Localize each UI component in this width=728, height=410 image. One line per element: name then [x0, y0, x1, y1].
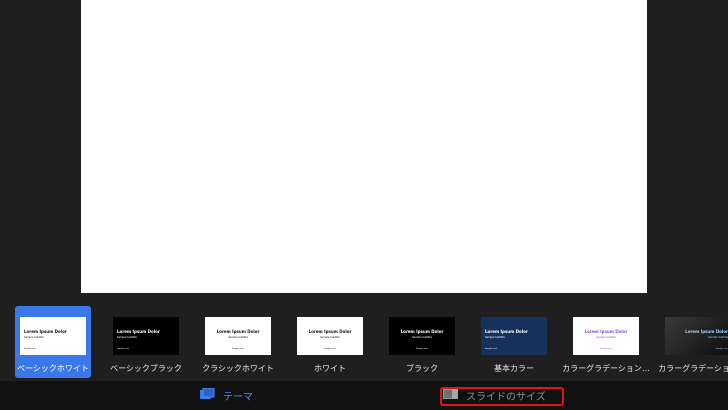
theme-option[interactable]: Lorem Ipsum Dolor Sample Subtitle Sample t…: [562, 306, 650, 378]
theme-label: ホワイト: [314, 364, 346, 373]
theme-label: カラーグラデーション: [658, 364, 728, 373]
thumbnail-footer: Sample text: [415, 348, 429, 350]
thumbnail-title: Lorem Ipsum Dolor: [117, 329, 160, 334]
thumbnail-footer: Sample text: [117, 348, 130, 350]
theme-thumbnail: Lorem Ipsum Dolor Sample Subtitle Sample t…: [481, 317, 547, 355]
thumbnail-footer: Sample text: [715, 348, 728, 350]
theme-option[interactable]: Lorem Ipsum Dolor Sample Subtitle Sample t…: [292, 306, 368, 378]
thumbnail-title: Lorem Ipsum Dolor: [485, 329, 528, 334]
theme-option[interactable]: Lorem Ipsum Dolor Sample Subtitle Sample t…: [658, 306, 728, 378]
theme-option[interactable]: Lorem Ipsum Dolor Sample Subtitle Sample t…: [384, 306, 460, 378]
thumbnail-title: Lorem Ipsum Dolor: [216, 329, 260, 334]
slide-preview[interactable]: [81, 0, 647, 293]
thumbnail-footer: Sample text: [323, 348, 337, 350]
theme-thumbnail: Lorem Ipsum Dolor Sample Subtitle Sample t…: [297, 317, 363, 355]
thumbnail-subtitle: Sample Subtitle: [485, 336, 505, 339]
thumbnail-title: Lorem Ipsum Dolor: [24, 329, 67, 334]
thumbnail-footer: Sample text: [24, 348, 37, 350]
thumbnail-subtitle: Sample Subtitle: [228, 336, 248, 339]
theme-icon: [200, 387, 215, 403]
tab-theme-label: テーマ: [223, 392, 253, 403]
bottom-toolbar: テーマ スライドのサイズ: [0, 381, 728, 410]
theme-thumbnail: Lorem Ipsum Dolor Sample Subtitle Sample t…: [205, 317, 271, 355]
theme-thumbnail: Lorem Ipsum Dolor Sample Subtitle Sample t…: [665, 317, 728, 355]
thumbnail-subtitle: Sample Subtitle: [117, 336, 137, 339]
slide-canvas-area: [0, 0, 728, 300]
thumbnail-title: Lorem Ipsum Dolor: [400, 329, 444, 334]
theme-option[interactable]: Lorem Ipsum Dolor Sample Subtitle Sample t…: [200, 306, 276, 378]
theme-label: ブラック: [406, 364, 438, 373]
thumbnail-title: Lorem Ipsum Dolor: [685, 329, 728, 334]
theme-thumbnail: Lorem Ipsum Dolor Sample Subtitle Sample t…: [20, 317, 86, 355]
tab-slide-size[interactable]: スライドのサイズ: [443, 381, 546, 410]
thumbnail-subtitle: Sample Subtitle: [708, 336, 728, 339]
thumbnail-subtitle: Sample Subtitle: [320, 336, 340, 339]
theme-option[interactable]: Lorem Ipsum Dolor Sample Subtitle Sample t…: [15, 306, 91, 378]
theme-label: ベーシックブラック: [110, 364, 182, 373]
theme-thumbnail: Lorem Ipsum Dolor Sample Subtitle Sample t…: [113, 317, 179, 355]
theme-thumbnail: Lorem Ipsum Dolor Sample Subtitle Sample t…: [389, 317, 455, 355]
tab-slide-size-label: スライドのサイズ: [466, 392, 546, 403]
theme-label: カラーグラデーション…: [562, 364, 650, 373]
thumbnail-subtitle: Sample Subtitle: [412, 336, 432, 339]
theme-thumbnail: Lorem Ipsum Dolor Sample Subtitle Sample t…: [573, 317, 639, 355]
slide-size-icon: [443, 389, 458, 402]
thumbnail-title: Lorem Ipsum Dolor: [584, 329, 628, 334]
theme-strip[interactable]: Lorem Ipsum Dolor Sample Subtitle Sample t…: [0, 300, 728, 381]
thumbnail-footer: Sample text: [231, 348, 245, 350]
theme-option[interactable]: Lorem Ipsum Dolor Sample Subtitle Sample t…: [476, 306, 552, 378]
thumbnail-footer: Sample text: [485, 348, 498, 350]
thumbnail-footer: Sample text: [599, 348, 613, 350]
theme-label: クラシックホワイト: [202, 364, 274, 373]
theme-option[interactable]: Lorem Ipsum Dolor Sample Subtitle Sample t…: [108, 306, 184, 378]
theme-label: ベーシックホワイト: [17, 364, 89, 373]
thumbnail-subtitle: Sample Subtitle: [596, 336, 616, 339]
theme-label: 基本カラー: [494, 364, 534, 373]
thumbnail-title: Lorem Ipsum Dolor: [308, 329, 352, 334]
thumbnail-subtitle: Sample Subtitle: [24, 336, 44, 339]
tab-theme[interactable]: テーマ: [200, 381, 253, 410]
